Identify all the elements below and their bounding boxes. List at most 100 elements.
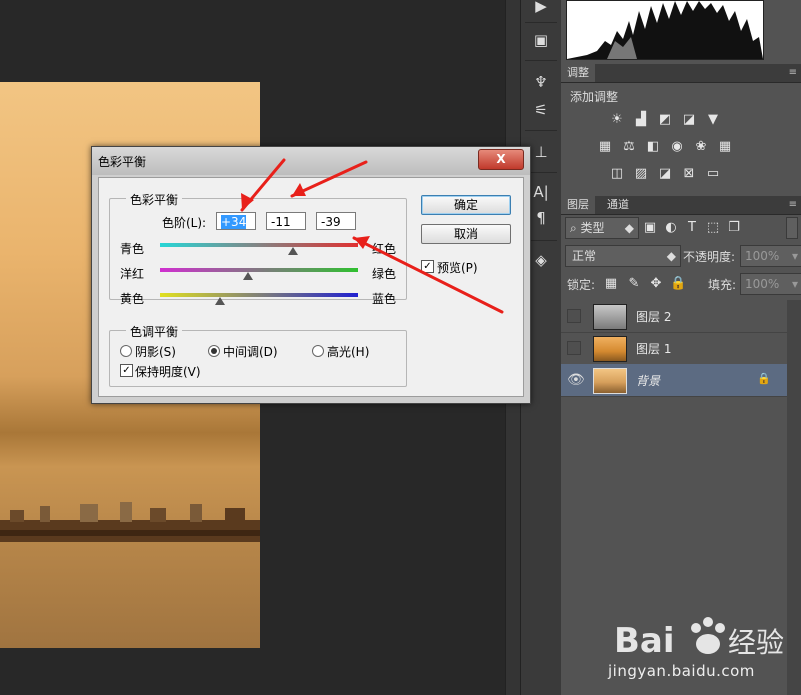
brightness-contrast-icon[interactable]: ☀ — [609, 113, 625, 127]
vibrance-icon[interactable]: ▼ — [705, 113, 721, 127]
level-yellow-blue-input[interactable]: -39 — [316, 212, 356, 230]
shadows-label: 阴影(S) — [135, 345, 176, 359]
shape-filter-icon[interactable]: ⬚ — [705, 221, 721, 235]
photo-filter-icon[interactable]: ◉ — [669, 140, 685, 154]
smart-object-filter-icon[interactable]: ❐ — [726, 221, 742, 235]
gradient-map-icon[interactable]: ▭ — [705, 167, 721, 181]
layer-thumbnail — [593, 368, 627, 394]
tab-channels[interactable]: 通道 — [601, 196, 635, 214]
preserve-luminosity-checkbox[interactable]: ✓ — [120, 364, 133, 377]
cancel-button[interactable]: 取消 — [421, 224, 511, 244]
color-balance-dialog: 色彩平衡 X 色彩平衡 色阶(L): +34 -11 -39 青色 红色 洋红 … — [91, 146, 531, 404]
preview-label: 预览(P) — [437, 261, 478, 275]
preview-checkbox[interactable]: ✓ — [421, 260, 434, 273]
levels-icon[interactable]: ▟ — [633, 113, 649, 127]
yellow-blue-slider[interactable] — [160, 293, 358, 305]
svg-text:Bai: Bai — [614, 621, 675, 661]
divider — [525, 22, 557, 23]
chevron-down-icon: ▾ — [791, 277, 798, 291]
paragraph-icon[interactable]: ¶ — [527, 206, 555, 230]
fill-label: 填充: — [708, 278, 737, 292]
black-white-icon[interactable]: ◧ — [645, 140, 661, 154]
adjustment-filter-icon[interactable]: ◐ — [663, 221, 679, 235]
layer-thumbnail — [593, 336, 627, 362]
highlights-label: 高光(H) — [327, 345, 370, 359]
slider-thumb[interactable] — [287, 247, 298, 255]
clone-source-icon[interactable]: ⊥ — [527, 140, 555, 164]
level-cyan-red-input[interactable]: +34 — [216, 212, 256, 230]
fill-value: 100% — [745, 277, 780, 291]
brush-presets-icon[interactable]: ♆ — [527, 70, 555, 94]
invert-icon[interactable]: ◫ — [609, 167, 625, 181]
curves-icon[interactable]: ◩ — [657, 113, 673, 127]
lock-all-icon[interactable]: 🔒 — [670, 277, 686, 291]
visibility-toggle[interactable] — [567, 309, 581, 323]
shadows-radio[interactable] — [120, 345, 132, 357]
type-filter-icon[interactable]: T — [684, 221, 700, 235]
slider-thumb[interactable] — [215, 297, 226, 305]
layer-row-layer-1[interactable]: 图层 1 — [561, 332, 787, 365]
search-icon: ⌕ — [570, 221, 581, 235]
close-button[interactable]: X — [478, 149, 524, 170]
layer-thumbnail — [593, 304, 627, 330]
fill-input[interactable]: 100% ▾ — [740, 273, 801, 295]
divider — [525, 130, 557, 131]
visibility-toggle[interactable] — [567, 341, 581, 355]
adjustments-title: 添加调整 — [570, 90, 619, 104]
chevron-down-icon: ◆ — [666, 249, 676, 263]
highlights-radio[interactable] — [312, 345, 324, 357]
layer-row-background[interactable]: 👁 背景 🔒 — [561, 364, 787, 397]
tab-adjustments[interactable]: 调整 — [561, 64, 595, 82]
chevron-down-icon: ◆ — [624, 221, 634, 235]
tone-balance-group: 色调平衡 阴影(S) 中间调(D) 高光(H) ✓ 保持明度(V) — [109, 323, 407, 387]
histogram — [566, 0, 764, 60]
lock-transparent-icon[interactable]: ▦ — [603, 277, 619, 291]
adjustments-tabbar: 调整 ≡ — [561, 64, 801, 83]
cyan-red-slider[interactable] — [160, 243, 358, 255]
threshold-icon[interactable]: ◪ — [657, 167, 673, 181]
color-balance-icon[interactable]: ⚖ — [621, 140, 637, 154]
level-value: -11 — [271, 215, 291, 229]
kind-filter-select[interactable]: ⌕ 类型 ◆ — [565, 217, 639, 239]
3d-cube-icon[interactable]: ▣ — [527, 28, 555, 52]
channel-mixer-icon[interactable]: ❀ — [693, 140, 709, 154]
levels-label: 色阶(L): — [162, 216, 207, 230]
blend-mode-value: 正常 — [572, 249, 597, 263]
play-icon[interactable]: ▶ — [527, 0, 555, 18]
dialog-body: 色彩平衡 色阶(L): +34 -11 -39 青色 红色 洋红 绿色 黄色 蓝… — [98, 177, 524, 397]
slider-thumb[interactable] — [243, 272, 254, 280]
preserve-luminosity-label: 保持明度(V) — [135, 365, 201, 379]
kind-filter-value: 类型 — [580, 221, 605, 235]
level-value: +34 — [221, 215, 247, 229]
pixel-filter-icon[interactable]: ▣ — [642, 221, 658, 235]
tool-presets-icon[interactable]: ⚟ — [527, 98, 555, 122]
lock-position-icon[interactable]: ✥ — [648, 277, 664, 291]
character-icon[interactable]: A| — [527, 180, 555, 204]
eye-icon[interactable]: 👁 — [567, 372, 585, 388]
hue-saturation-icon[interactable]: ▦ — [597, 140, 613, 154]
cyan-label: 青色 — [120, 242, 145, 256]
panel-menu-icon[interactable]: ≡ — [789, 64, 797, 82]
level-magenta-green-input[interactable]: -11 — [266, 212, 306, 230]
midtones-radio[interactable] — [208, 345, 220, 357]
selective-color-icon[interactable]: ⊠ — [681, 167, 697, 181]
layer-name: 图层 2 — [636, 310, 672, 324]
blend-mode-select[interactable]: 正常 ◆ — [565, 245, 681, 267]
lock-image-icon[interactable]: ✎ — [626, 277, 642, 291]
tab-layers[interactable]: 图层 — [561, 196, 595, 214]
magenta-green-slider[interactable] — [160, 268, 358, 280]
filter-toggle[interactable] — [786, 217, 798, 239]
lock-icon: 🔒 — [757, 372, 771, 385]
midtones-label: 中间调(D) — [223, 345, 278, 359]
ok-button[interactable]: 确定 — [421, 195, 511, 215]
layer-row-layer-2[interactable]: 图层 2 — [561, 300, 787, 333]
exposure-icon[interactable]: ◪ — [681, 113, 697, 127]
red-label: 红色 — [372, 242, 397, 256]
panel-menu-icon[interactable]: ≡ — [789, 196, 797, 214]
color-lookup-icon[interactable]: ▦ — [717, 140, 733, 154]
posterize-icon[interactable]: ▨ — [633, 167, 649, 181]
3d-icon[interactable]: ◈ — [527, 248, 555, 272]
dialog-titlebar[interactable]: 色彩平衡 X — [92, 147, 530, 175]
histogram-graph — [567, 1, 763, 59]
opacity-input[interactable]: 100% ▾ — [740, 245, 801, 267]
